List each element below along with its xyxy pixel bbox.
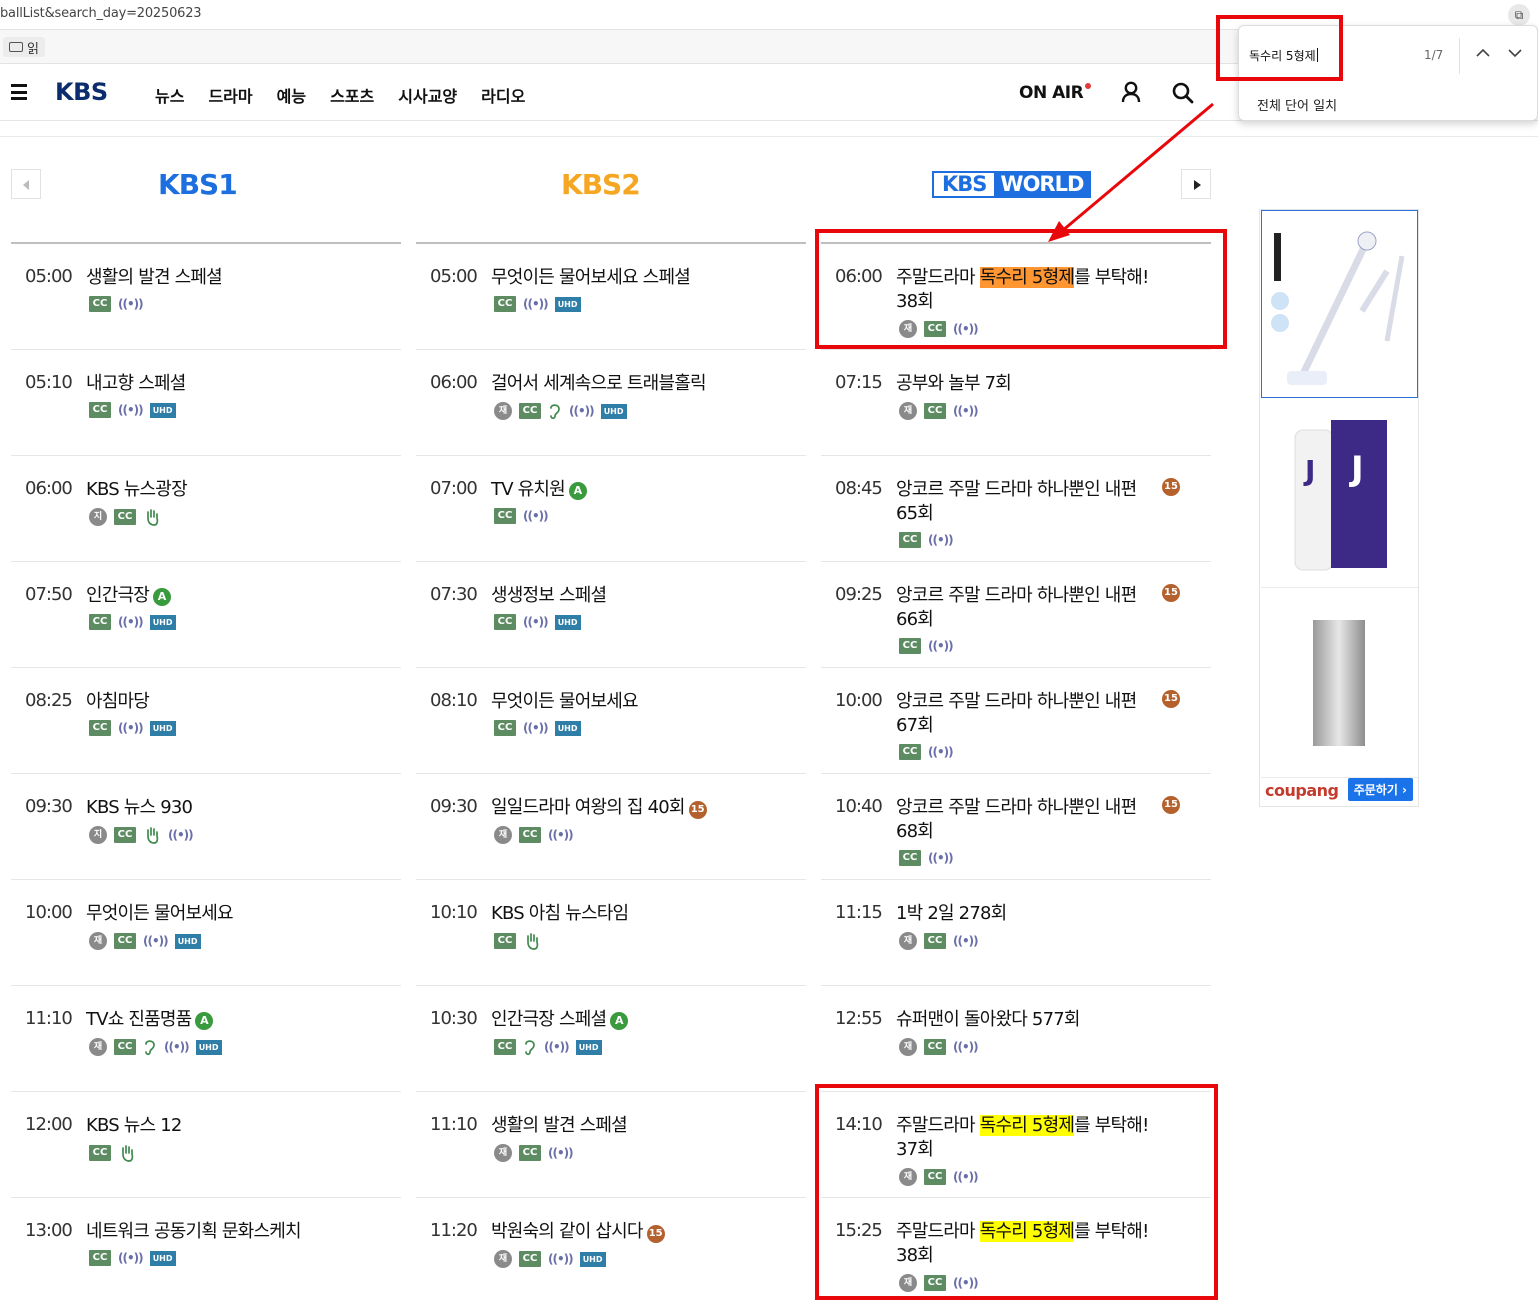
annotation-arrow <box>1048 102 1214 242</box>
browser-window: ballList&search_day=20250623 ⧉ 읽 KBS 뉴스 … <box>0 0 1538 1301</box>
